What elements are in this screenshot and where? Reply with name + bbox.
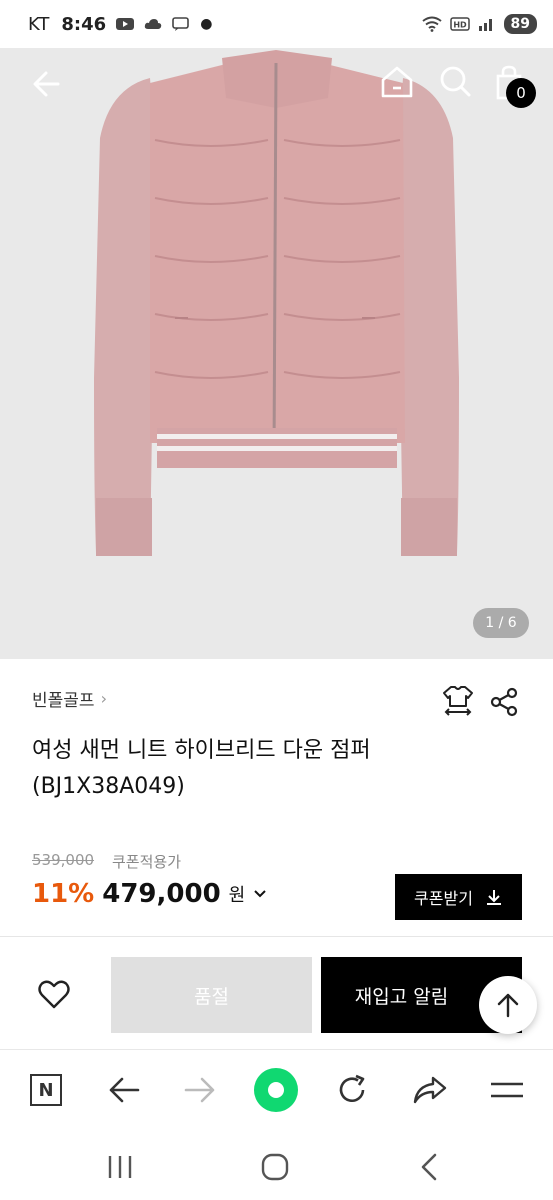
system-nav-bar <box>0 1129 553 1200</box>
browser-back-button[interactable] <box>102 1068 146 1112</box>
wifi-icon <box>421 16 442 32</box>
refresh-button[interactable] <box>330 1068 374 1112</box>
coupon-price-note: 쿠폰적용가 <box>112 853 182 871</box>
arrow-right-icon <box>184 1077 215 1103</box>
divider <box>0 936 553 937</box>
original-price: 539,000 <box>32 851 95 869</box>
brand-link[interactable]: 빈폴골프 › <box>32 686 107 711</box>
recent-apps-icon[interactable] <box>100 1147 140 1187</box>
share-icon[interactable] <box>488 686 520 718</box>
search-icon[interactable] <box>436 62 474 100</box>
arrow-up-icon <box>497 993 519 1018</box>
product-photo <box>0 48 553 659</box>
back-arrow-icon[interactable] <box>28 64 68 104</box>
cloud-icon <box>144 19 162 29</box>
signal-icon <box>478 19 492 31</box>
green-dot-button[interactable] <box>254 1068 298 1112</box>
product-title: 여성 새먼 니트 하이브리드 다운 점퍼 (BJ1X38A049) <box>32 738 371 799</box>
cart-count-badge: 0 <box>506 78 536 108</box>
chevron-right-icon: › <box>100 689 107 708</box>
chat-icon <box>172 17 189 31</box>
download-icon <box>486 890 501 905</box>
image-pager: 1 / 6 <box>473 608 529 638</box>
arrow-left-icon <box>109 1077 140 1103</box>
menu-button[interactable] <box>485 1068 529 1112</box>
browser-toolbar: N <box>0 1049 553 1129</box>
browser-forward-button[interactable] <box>178 1068 222 1112</box>
scroll-to-top-button[interactable] <box>479 976 537 1034</box>
carrier-label: KT <box>28 13 50 35</box>
share-page-button[interactable] <box>408 1068 452 1112</box>
home-nav-icon[interactable] <box>255 1147 295 1187</box>
heart-icon[interactable] <box>34 974 74 1014</box>
sale-price: 479,000 <box>102 879 221 909</box>
refresh-icon <box>339 1074 365 1103</box>
coupon-download-button[interactable]: 쿠폰받기 <box>395 874 522 920</box>
coupon-button-label: 쿠폰받기 <box>414 889 473 908</box>
home-icon[interactable] <box>378 62 416 100</box>
hd-icon: HD <box>449 17 470 31</box>
chevron-down-icon <box>254 890 266 898</box>
size-fit-icon[interactable] <box>441 684 475 718</box>
youtube-icon <box>116 18 135 30</box>
share-arrow-icon <box>413 1076 447 1104</box>
dot-icon: ● <box>200 16 213 32</box>
battery-indicator: 89 <box>503 14 537 34</box>
price-row[interactable]: 11% 479,000 원 <box>32 879 267 909</box>
product-image-carousel[interactable]: 1 / 6 <box>0 48 553 659</box>
menu-icon <box>491 1082 523 1098</box>
green-dot-icon <box>254 1068 298 1112</box>
naver-home-button[interactable]: N <box>24 1068 68 1112</box>
discount-rate: 11% <box>32 879 95 909</box>
status-bar: KT 8:46 ● HD 89 <box>0 0 553 48</box>
brand-name: 빈폴골프 <box>32 691 95 711</box>
currency-label: 원 <box>228 885 246 906</box>
back-nav-icon[interactable] <box>410 1147 450 1187</box>
clock: 8:46 <box>61 13 107 35</box>
svg-text:HD: HD <box>453 21 467 30</box>
naver-logo-icon: N <box>30 1074 62 1106</box>
soldout-button[interactable]: 품절 <box>111 957 312 1033</box>
